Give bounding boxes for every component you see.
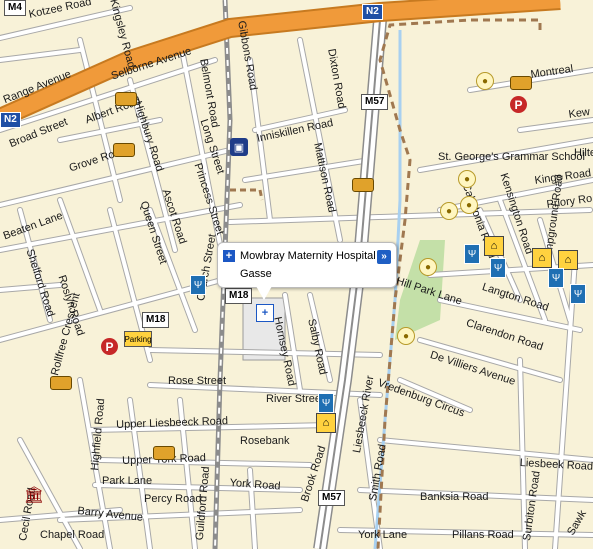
double-chevron-right-icon[interactable]: » bbox=[377, 250, 391, 264]
bus-icon[interactable] bbox=[113, 143, 135, 157]
m57-shield: M57 bbox=[361, 94, 389, 110]
n2-shield: N2 bbox=[0, 112, 21, 128]
parking-garage-label: Parking bbox=[124, 334, 152, 344]
callout-pointer bbox=[256, 286, 272, 300]
poi-info-callout[interactable]: + Mowbray Maternity Hospital Gasse » bbox=[217, 242, 397, 300]
restaurant-icon[interactable]: Ψ bbox=[318, 393, 334, 413]
street-label: Percy Road bbox=[144, 493, 202, 505]
train-station-icon[interactable]: ▣ bbox=[230, 138, 248, 156]
parking-icon[interactable]: P bbox=[101, 338, 118, 355]
museum-icon[interactable]: 🏛 bbox=[24, 486, 44, 504]
callout-title: Mowbray Maternity Hospital bbox=[240, 250, 376, 262]
sports-ball-icon[interactable]: ● bbox=[458, 170, 476, 188]
restaurant-icon[interactable]: Ψ bbox=[570, 284, 586, 304]
street-label: Rose Street bbox=[168, 375, 227, 387]
school-icon[interactable]: ⌂ bbox=[316, 413, 336, 433]
street-label: Pillans Road bbox=[452, 529, 514, 541]
callout-subtitle: Gasse bbox=[240, 268, 272, 280]
m57-shield: M57 bbox=[318, 490, 346, 506]
parking-garage-icon[interactable]: Parking bbox=[124, 331, 152, 347]
street-label: Rosebank bbox=[240, 435, 290, 447]
street-label: River Street bbox=[266, 393, 325, 405]
m18-shield: M18 bbox=[142, 312, 170, 328]
sports-ball-icon[interactable]: ● bbox=[397, 327, 415, 345]
street-label: Park Lane bbox=[102, 475, 153, 487]
sports-ball-icon[interactable]: ● bbox=[476, 72, 494, 90]
m18-shield: M18 bbox=[225, 288, 253, 304]
n2-shield: N2 bbox=[362, 4, 383, 20]
restaurant-icon[interactable]: Ψ bbox=[490, 258, 506, 278]
street-label: Banksia Road bbox=[420, 491, 489, 503]
poi-label: St. George's Grammar School bbox=[438, 151, 585, 163]
street-label: Chapel Road bbox=[40, 529, 105, 541]
map-view[interactable]: N2 N2 M4 M57 M57 M18 M18 Kotzee Road Kin… bbox=[0, 0, 593, 549]
bus-icon[interactable] bbox=[153, 446, 175, 460]
school-icon[interactable]: ⌂ bbox=[532, 248, 552, 268]
bus-icon[interactable] bbox=[50, 376, 72, 390]
parking-icon[interactable]: P bbox=[510, 96, 527, 113]
bus-icon[interactable] bbox=[352, 178, 374, 192]
restaurant-icon[interactable]: Ψ bbox=[464, 244, 480, 264]
sports-ball-icon[interactable]: ● bbox=[419, 258, 437, 276]
school-icon[interactable]: ⌂ bbox=[558, 250, 578, 270]
street-label: York Lane bbox=[358, 529, 408, 541]
school-icon[interactable]: ⌂ bbox=[484, 236, 504, 256]
sports-ball-icon[interactable]: ● bbox=[440, 202, 458, 220]
sports-ball-icon[interactable]: ● bbox=[460, 196, 478, 214]
hospital-icon[interactable]: + bbox=[256, 304, 274, 322]
restaurant-icon[interactable]: Ψ bbox=[548, 268, 564, 288]
restaurant-icon[interactable]: Ψ bbox=[190, 275, 206, 295]
bus-icon[interactable] bbox=[510, 76, 532, 90]
m4-shield: M4 bbox=[4, 0, 26, 16]
bus-icon[interactable] bbox=[115, 92, 137, 106]
hospital-icon: + bbox=[223, 250, 235, 262]
